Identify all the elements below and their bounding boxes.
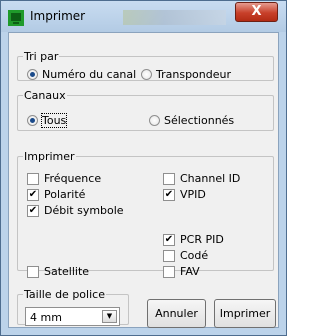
checkbox-box [163,249,175,262]
checkbox-box [163,265,175,278]
encrypted-checkbox[interactable]: Codé [163,249,208,262]
chevron-down-icon[interactable]: ▼ [102,310,117,323]
channels-group: Canaux Tous Sélectionnés [17,90,274,131]
vpid-checkbox[interactable]: ✔ VPID [163,188,206,201]
checkbox-box [27,172,39,185]
print-fields-group: Imprimer Fréquence ✔ Polarité ✔ Débit sy… [17,150,274,278]
vpid-label: VPID [180,188,206,201]
checkmark-icon: ✔ [163,233,175,246]
sort-by-transponder-radio[interactable]: Transpondeur [141,68,231,81]
channel-id-label: Channel ID [180,172,241,185]
dialog-body: Tri par Numéro du canal Transpondeur Can… [8,32,279,328]
sort-by-legend: Tri par [24,50,59,63]
font-size-group: Taille de police 4 mm ▼ [17,288,129,326]
window-title: Imprimer [30,9,86,23]
fav-label: FAV [180,265,200,278]
polarity-checkbox[interactable]: ✔ Polarité [27,188,85,201]
radio-indicator [141,69,152,80]
frequency-label: Fréquence [44,172,102,185]
radio-indicator [27,115,38,126]
blurred-background-window [123,10,226,25]
title-bar[interactable]: Imprimer X [1,1,286,32]
font-size-legend: Taille de police [24,288,105,301]
sort-by-channel-number-label: Numéro du canal [42,68,137,81]
satellite-checkbox[interactable]: Satellite [27,265,89,278]
tv-icon [8,10,24,26]
channels-legend: Canaux [24,89,66,102]
pcr-pid-label: PCR PID [180,233,224,246]
print-button[interactable]: Imprimer [214,299,276,328]
checkmark-icon: ✔ [163,188,175,201]
font-size-value: 4 mm [30,311,62,324]
channels-all-radio[interactable]: Tous [27,113,68,128]
channel-id-checkbox[interactable]: Channel ID [163,172,240,185]
checkbox-box [27,265,39,278]
pcr-pid-checkbox[interactable]: ✔ PCR PID [163,233,224,246]
polarity-label: Polarité [44,188,86,201]
sort-by-group: Tri par Numéro du canal Transpondeur [17,51,274,81]
encrypted-label: Codé [180,249,209,262]
frequency-checkbox[interactable]: Fréquence [27,172,101,185]
close-icon: X [251,4,262,19]
radio-indicator [149,115,160,126]
print-dialog: Imprimer X Tri par Numéro du canal Trans… [0,0,287,336]
symbol-rate-label: Débit symbole [44,204,124,217]
checkbox-box [163,172,175,185]
radio-indicator [27,69,38,80]
channels-selected-radio[interactable]: Sélectionnés [149,114,234,127]
channels-selected-label: Sélectionnés [164,114,235,127]
channels-all-label: Tous [40,113,68,128]
close-button[interactable]: X [235,2,278,22]
symbol-rate-checkbox[interactable]: ✔ Débit symbole [27,204,124,217]
checkmark-icon: ✔ [27,204,39,217]
sort-by-transponder-label: Transpondeur [156,68,231,81]
sort-by-channel-number-radio[interactable]: Numéro du canal [27,68,136,81]
fav-checkbox[interactable]: FAV [163,265,200,278]
cancel-button[interactable]: Annuler [147,299,206,328]
font-size-select[interactable]: 4 mm ▼ [25,307,120,326]
satellite-label: Satellite [44,265,90,278]
print-fields-legend: Imprimer [24,150,75,163]
checkmark-icon: ✔ [27,188,39,201]
